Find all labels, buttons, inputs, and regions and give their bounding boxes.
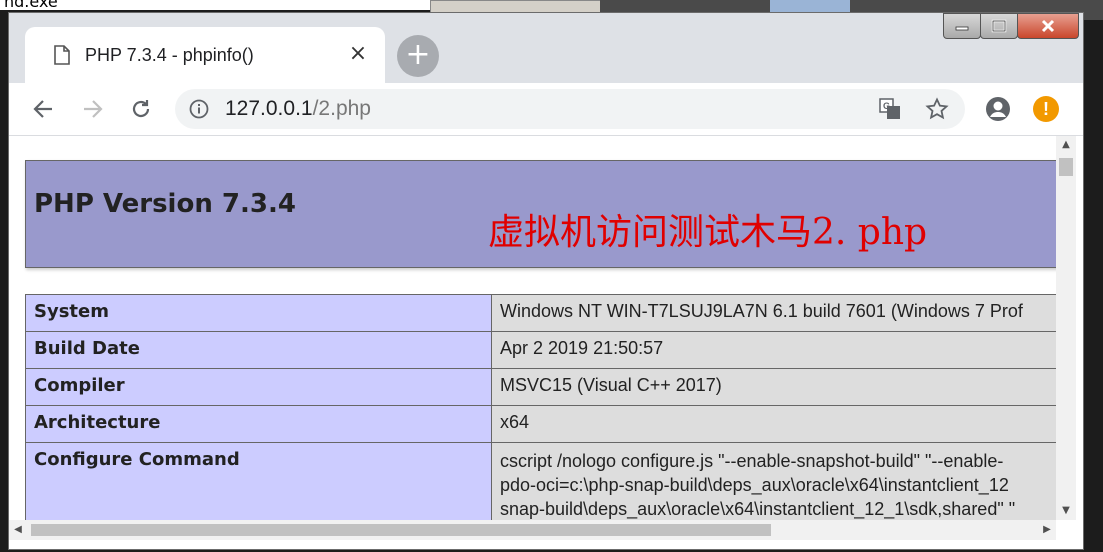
close-icon bbox=[1041, 19, 1055, 33]
red-annotation-text: 虚拟机访问测试木马2. php bbox=[488, 212, 928, 253]
configure-line: snap-build\deps_aux\oracle\x64\instantcl… bbox=[500, 499, 1016, 519]
configure-line: cscript /nologo configure.js "--enable-s… bbox=[500, 451, 1004, 471]
table-row: Compiler MSVC15 (Visual C++ 2017) bbox=[25, 368, 1056, 406]
row-key: Configure Command bbox=[25, 442, 492, 520]
row-value: Apr 2 2019 21:50:57 bbox=[491, 331, 1056, 369]
star-icon[interactable] bbox=[925, 97, 949, 121]
tab-title: PHP 7.3.4 - phpinfo() bbox=[85, 44, 254, 65]
profile-avatar-icon[interactable] bbox=[985, 96, 1011, 122]
reload-button[interactable] bbox=[127, 95, 155, 123]
row-value: Windows NT WIN-T7LSUJ9LA7N 6.1 build 760… bbox=[491, 294, 1056, 332]
vertical-scrollbar[interactable]: ▲ ▼ bbox=[1056, 136, 1076, 520]
table-row: Configure Command cscript /nologo config… bbox=[25, 442, 1056, 520]
browser-toolbar: 127.0.0.1/2.php G ! bbox=[9, 83, 1083, 136]
horizontal-scroll-thumb[interactable] bbox=[31, 524, 771, 536]
vertical-scroll-thumb[interactable] bbox=[1059, 158, 1073, 176]
configure-line: pdo-oci=c:\php-snap-build\deps_aux\oracl… bbox=[500, 475, 1009, 495]
minimize-icon bbox=[955, 26, 969, 31]
scroll-up-icon[interactable]: ▲ bbox=[1056, 136, 1076, 154]
address-bar[interactable]: 127.0.0.1/2.php G bbox=[175, 89, 965, 129]
new-tab-button[interactable]: + bbox=[397, 35, 439, 77]
tab-strip: PHP 7.3.4 - phpinfo() × + bbox=[9, 13, 1083, 83]
background-process-label: nd.exe bbox=[0, 0, 438, 10]
translate-icon[interactable]: G bbox=[879, 98, 901, 120]
table-row: Architecture x64 bbox=[25, 405, 1056, 443]
minimize-button[interactable] bbox=[943, 13, 981, 39]
page-viewport: PHP Version 7.3.4 虚拟机访问测试木马2. php System… bbox=[9, 136, 1056, 520]
php-header-banner: PHP Version 7.3.4 虚拟机访问测试木马2. php bbox=[25, 160, 1056, 268]
phpinfo-table: System Windows NT WIN-T7LSUJ9LA7N 6.1 bu… bbox=[25, 294, 1056, 520]
back-button[interactable] bbox=[29, 95, 57, 123]
alert-icon[interactable]: ! bbox=[1033, 96, 1059, 122]
scroll-right-icon[interactable]: ▶ bbox=[1038, 520, 1056, 540]
reload-icon bbox=[132, 100, 150, 118]
info-icon[interactable] bbox=[189, 99, 209, 119]
url-path: /2.php bbox=[312, 97, 371, 120]
row-key: Compiler bbox=[25, 368, 492, 406]
url-text[interactable]: 127.0.0.1/2.php bbox=[225, 97, 371, 121]
row-value-multiline: cscript /nologo configure.js "--enable-s… bbox=[491, 442, 1056, 520]
horizontal-scrollbar[interactable]: ◀ ▶ bbox=[9, 520, 1056, 540]
maximize-button[interactable] bbox=[980, 13, 1018, 39]
tab-phpinfo[interactable]: PHP 7.3.4 - phpinfo() × bbox=[25, 27, 385, 83]
scroll-down-icon[interactable]: ▼ bbox=[1056, 502, 1076, 520]
document-icon bbox=[54, 45, 70, 65]
row-value: MSVC15 (Visual C++ 2017) bbox=[491, 368, 1056, 406]
close-window-button[interactable] bbox=[1017, 13, 1079, 39]
url-host: 127.0.0.1 bbox=[225, 97, 313, 120]
arrow-left-icon bbox=[33, 100, 52, 118]
window-controls bbox=[943, 13, 1079, 39]
row-key: Build Date bbox=[25, 331, 492, 369]
tab-close-icon[interactable]: × bbox=[345, 41, 371, 67]
php-version-title: PHP Version 7.3.4 bbox=[34, 189, 296, 219]
row-key: Architecture bbox=[25, 405, 492, 443]
row-key: System bbox=[25, 294, 492, 332]
svg-text:G: G bbox=[883, 101, 890, 111]
arrow-right-icon bbox=[84, 100, 103, 118]
maximize-icon bbox=[991, 19, 1007, 33]
row-value: x64 bbox=[491, 405, 1056, 443]
scroll-left-icon[interactable]: ◀ bbox=[9, 520, 27, 540]
table-row: System Windows NT WIN-T7LSUJ9LA7N 6.1 bu… bbox=[25, 294, 1056, 332]
browser-window: PHP 7.3.4 - phpinfo() × + 127.0.0.1/2.ph… bbox=[8, 12, 1084, 550]
table-row: Build Date Apr 2 2019 21:50:57 bbox=[25, 331, 1056, 369]
forward-button[interactable] bbox=[79, 95, 107, 123]
